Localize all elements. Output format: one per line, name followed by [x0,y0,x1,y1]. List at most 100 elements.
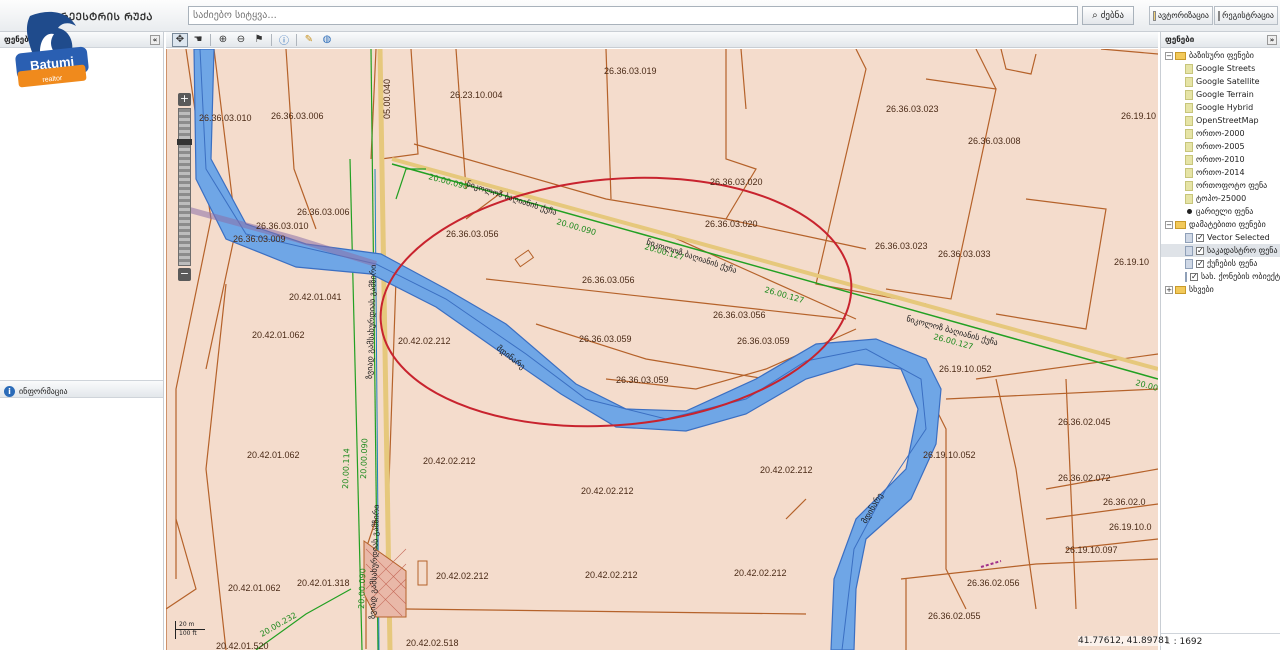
layer-thumbnail-icon [1185,115,1193,126]
layer-row[interactable]: Google Streets [1161,62,1280,75]
layer-label: სხვები [1189,285,1214,294]
svg-text:26.36.02.055: 26.36.02.055 [928,611,981,621]
building [417,560,428,586]
zoom-thumb[interactable] [177,139,192,145]
login-button[interactable]: ავტორიზაცია [1149,6,1213,25]
full-extent-icon[interactable]: ⚑ [251,33,267,47]
zoom-slider[interactable]: + − [177,93,192,281]
layer-row[interactable]: ორთო-2010 [1161,153,1280,166]
layer-tree: − ბაზისური ფენები Google Streets Google Sat… [1161,48,1280,296]
layer-checkbox[interactable]: ✓ [1190,272,1198,281]
svg-text:26.36.02.072: 26.36.02.072 [1058,473,1111,483]
layer-row[interactable]: ✓ საკადასტრო ფენა [1161,244,1280,257]
identify-icon[interactable]: ⓘ [276,33,292,47]
layer-label: ორთო-2005 [1196,142,1245,151]
svg-text:20.00.114: 20.00.114 [341,448,351,489]
layer-thumbnail-icon [1185,154,1193,165]
svg-text:20.00.090: 20.00.090 [357,568,367,609]
search-input[interactable] [188,6,1078,25]
toolbar-divider [210,33,211,46]
svg-text:26.36.03.020: 26.36.03.020 [705,219,758,229]
svg-text:26.36.03.023: 26.36.03.023 [886,104,939,114]
svg-text:26.00.127: 26.00.127 [763,285,805,305]
layer-label: ქუჩების ფენა [1207,259,1258,268]
layer-row[interactable]: + სხვები [1161,283,1280,296]
collapse-left-icon[interactable]: « [150,35,160,45]
globe-icon[interactable]: ◍ [319,33,335,47]
pan-tool-icon[interactable]: ✥ [172,32,188,47]
layers-panel-header: ფენები » [1161,32,1280,48]
layer-row[interactable]: ✓ ქუჩების ფენა [1161,257,1280,270]
layer-label: Google Terrain [1196,90,1254,99]
layers-panel: ფენები » − ბაზისური ფენები Google Streets G… [1160,32,1280,650]
layer-label: ცარიელი ფენა [1196,207,1254,216]
layer-row[interactable]: ორთოფოტო ფენა [1161,179,1280,192]
coordinate-readout: 41.77612, 41.89781 [1078,636,1170,646]
layer-row[interactable]: ✓სახ. ქონების ობიექტები [1161,270,1280,283]
layer-thumbnail-icon [1185,76,1193,87]
svg-text:26.36.02.045: 26.36.02.045 [1058,417,1111,427]
info-panel-header[interactable]: i ინფორმაცია [0,380,163,398]
layer-checkbox[interactable]: ✓ [1196,246,1204,255]
register-button[interactable]: რეგისტრაცია [1214,6,1278,25]
search-button[interactable]: ⌕ ძებნა [1082,6,1134,25]
svg-text:20.42.01.062: 20.42.01.062 [228,583,281,593]
zoom-out-icon[interactable]: − [178,268,191,281]
map-scale-readout: 1 : 1692 [1161,633,1280,650]
svg-text:26.36.03.059: 26.36.03.059 [737,336,790,346]
user-icon [1153,10,1156,21]
layer-row[interactable]: ტოპო-25000 [1161,192,1280,205]
river [193,49,942,650]
layer-label: ორთოფოტო ფენა [1196,181,1268,190]
layer-row[interactable]: ორთო-2000 [1161,127,1280,140]
layer-row[interactable]: Google Hybrid [1161,101,1280,114]
collapse-right-icon[interactable]: » [1267,35,1277,45]
expand-icon[interactable]: − [1165,220,1173,229]
layer-checkbox[interactable]: ✓ [1196,233,1204,242]
map-canvas[interactable]: 26.36.03.019 26.23.10.004 26.36.03.010 2… [166,49,1158,650]
layer-row[interactable]: Google Satellite [1161,75,1280,88]
marked-parcel-edge [980,560,1002,568]
radio-selected-icon[interactable] [1187,209,1192,214]
layer-row[interactable]: − ბაზისური ფენები [1161,49,1280,62]
layer-thumbnail-icon [1185,89,1193,100]
expand-icon[interactable]: + [1165,285,1173,294]
layer-checkbox[interactable]: ✓ [1196,259,1204,268]
hand-tool-icon[interactable]: ☚ [190,33,206,47]
roads [255,49,1158,650]
layer-label: Vector Selected [1207,233,1270,242]
svg-text:20.42.02.212: 20.42.02.212 [398,336,451,346]
layer-row[interactable]: − დამატებითი ფენები [1161,218,1280,231]
layer-row[interactable]: ორთო-2014 [1161,166,1280,179]
layer-row[interactable]: ცარიელი ფენა [1161,205,1280,218]
zoom-out-tool-icon[interactable]: ⊖ [233,33,249,47]
register-label: რეგისტრაცია [1222,11,1274,20]
layer-label: Google Streets [1196,64,1256,73]
svg-text:26.23.10.004: 26.23.10.004 [450,90,503,100]
svg-text:26.36.03.023: 26.36.03.023 [875,241,928,251]
svg-text:20.42.01.520: 20.42.01.520 [216,641,269,650]
layer-thumbnail-icon [1185,180,1193,191]
layer-row[interactable]: ✓ Vector Selected [1161,231,1280,244]
svg-text:26.19.10.052: 26.19.10.052 [923,450,976,460]
search-button-label: ძებნა [1100,10,1124,21]
layer-thumbnail-icon [1185,245,1193,256]
measure-icon[interactable]: ✎ [301,33,317,47]
svg-text:20.00.090: 20.00.090 [359,438,369,479]
svg-text:26.36.02.0: 26.36.02.0 [1103,497,1146,507]
layer-thumbnail-icon [1185,193,1193,204]
zoom-track[interactable] [177,108,192,266]
layer-row[interactable]: OpenStreetMap [1161,114,1280,127]
zoom-in-icon[interactable]: + [178,93,191,106]
zoom-in-tool-icon[interactable]: ⊕ [215,33,231,47]
svg-text:26.19.10.0: 26.19.10.0 [1109,522,1152,532]
building [514,249,535,268]
layer-label: OpenStreetMap [1196,116,1259,125]
folder-icon [1175,51,1186,60]
svg-text:26.19.10.052: 26.19.10.052 [939,364,992,374]
layer-row[interactable]: Google Terrain [1161,88,1280,101]
layer-row[interactable]: ორთო-2005 [1161,140,1280,153]
expand-icon[interactable]: − [1165,51,1173,60]
layer-label: საკადასტრო ფენა [1207,246,1278,255]
layer-thumbnail-icon [1185,128,1193,139]
